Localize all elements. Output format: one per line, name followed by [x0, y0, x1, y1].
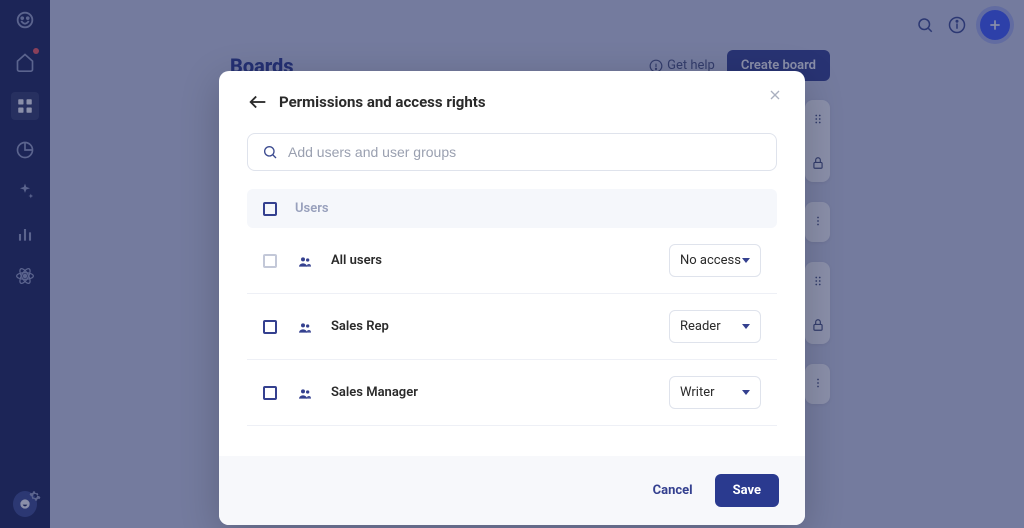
chevron-down-icon	[742, 258, 750, 263]
search-icon	[262, 144, 278, 160]
row-name: Sales Manager	[331, 385, 651, 400]
user-search-input[interactable]	[288, 144, 762, 160]
role-select[interactable]: No access	[669, 244, 761, 277]
search-wrap[interactable]	[247, 133, 777, 171]
chevron-down-icon	[742, 390, 750, 395]
table-header: Users	[247, 189, 777, 228]
role-select[interactable]: Writer	[669, 376, 761, 409]
user-row: All users No access	[247, 228, 777, 294]
group-icon	[295, 386, 313, 400]
user-row: Sales Rep Reader	[247, 294, 777, 360]
role-select[interactable]: Reader	[669, 310, 761, 343]
users-column-header: Users	[295, 201, 329, 216]
row-checkbox[interactable]	[263, 320, 277, 334]
select-all-checkbox[interactable]	[263, 202, 277, 216]
row-name: Sales Rep	[331, 319, 651, 334]
role-value: No access	[680, 253, 741, 268]
role-value: Writer	[680, 385, 715, 400]
row-name: All users	[331, 253, 651, 268]
modal-footer: Cancel Save	[219, 456, 805, 525]
role-value: Reader	[680, 319, 721, 334]
row-checkbox[interactable]	[263, 386, 277, 400]
modal-header: Permissions and access rights	[219, 71, 805, 127]
group-icon	[295, 320, 313, 334]
modal-title: Permissions and access rights	[279, 93, 486, 111]
row-checkbox[interactable]	[263, 254, 277, 268]
back-button[interactable]	[247, 91, 269, 113]
save-button[interactable]: Save	[715, 474, 779, 507]
permissions-modal: Permissions and access rights Users All …	[219, 71, 805, 525]
close-button[interactable]	[767, 87, 785, 105]
user-row: Sales Manager Writer	[247, 360, 777, 426]
chevron-down-icon	[742, 324, 750, 329]
cancel-button[interactable]: Cancel	[653, 483, 693, 498]
group-icon	[295, 254, 313, 268]
